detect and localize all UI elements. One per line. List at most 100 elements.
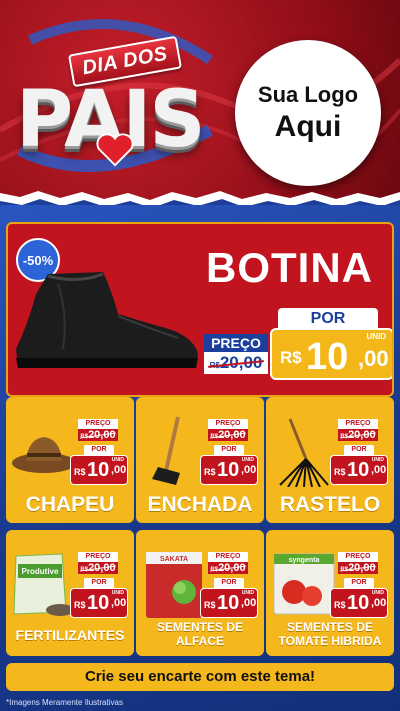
product-name: SEMENTES DE TOMATE HIBRIDA xyxy=(266,620,394,648)
price-cents: ,00 xyxy=(111,597,127,609)
old-price-currency: R$ xyxy=(210,434,219,440)
old-price-value: 20,00 xyxy=(88,429,116,441)
new-price: UNID R$ 10 ,00 xyxy=(200,455,258,485)
currency-label: R$ xyxy=(204,600,216,610)
currency-label: R$ xyxy=(334,600,346,610)
featured-product-card[interactable]: -50% BOTINA PREÇO R$20,00 POR UNID R$ 10… xyxy=(6,222,394,397)
product-name-line2: TOMATE HIBRIDA xyxy=(278,634,382,648)
unit-label: UNID xyxy=(111,457,124,463)
price-tag: PREÇO R$20,00 POR UNID R$ 10 ,00 xyxy=(330,419,388,489)
price-cents: ,00 xyxy=(358,346,389,371)
por-label: POR xyxy=(278,308,378,330)
old-price-value: 20,00 xyxy=(88,562,116,574)
currency-label: R$ xyxy=(334,467,346,477)
preco-label: PREÇO xyxy=(338,419,378,429)
price-integer: 10 xyxy=(306,336,349,378)
old-price-currency: R$ xyxy=(210,567,219,573)
featured-product-name: BOTINA xyxy=(206,244,373,291)
torn-paper-divider xyxy=(0,191,400,205)
product-card-fertilizantes[interactable]: Produtive PREÇO R$20,00 POR UNID R$ 10 ,… xyxy=(6,530,134,656)
disclaimer-text: *Imagens Meramente Ilustrativas xyxy=(6,698,123,707)
product-card-chapeu[interactable]: PREÇO R$20,00 POR UNID R$ 10 ,00 CHAPEU xyxy=(6,397,134,523)
header-banner: DIA DOS PAIS Sua Logo Aqui xyxy=(0,0,400,205)
price-cents: ,00 xyxy=(371,597,387,609)
price-integer: 10 xyxy=(87,592,110,614)
tomato-seed-packet-image: syngenta xyxy=(273,553,335,615)
product-name: FERTILIZANTES xyxy=(15,627,125,643)
logo-text-line2: Aqui xyxy=(274,110,342,143)
old-price-value: 20,00 xyxy=(348,429,376,441)
sakata-brand-text: SAKATA xyxy=(160,556,188,563)
syngenta-brand-text: syngenta xyxy=(289,557,320,564)
featured-price-tag: UNID R$ 10 ,00 xyxy=(270,328,392,380)
old-price-value: 20,00 xyxy=(218,562,246,574)
product-name: SEMENTES DE ALFACE xyxy=(136,620,264,648)
old-price-value: 20,00 xyxy=(219,353,263,372)
old-price-currency: R$ xyxy=(80,434,89,440)
old-price-value: 20,00 xyxy=(348,562,376,574)
new-price: UNID R$ 10 ,00 xyxy=(330,588,388,618)
por-label: POR xyxy=(344,578,374,588)
old-price-value: 20,00 xyxy=(218,429,246,441)
lettuce-seed-packet-image: SAKATA xyxy=(146,552,202,618)
preco-label: PREÇO xyxy=(78,419,118,429)
logo-placeholder[interactable]: Sua Logo Aqui xyxy=(235,40,381,186)
fertilizer-brand-text: Produtive xyxy=(22,567,59,576)
product-name: RASTELO xyxy=(279,493,381,516)
por-label: POR xyxy=(344,445,374,455)
product-name-line2: ALFACE xyxy=(176,634,224,648)
product-card-sementes-tomate[interactable]: syngenta PREÇO R$20,00 POR UNID R$ 10 ,0… xyxy=(266,530,394,656)
product-name-line1: SEMENTES DE xyxy=(156,620,243,634)
unit-label: UNID xyxy=(241,457,254,463)
new-price: UNID R$ 10 ,00 xyxy=(70,588,128,618)
price-integer: 10 xyxy=(87,459,110,481)
hoe-image xyxy=(152,416,180,485)
product-name-line1: SEMENTES DE xyxy=(286,620,373,634)
unit-label: UNID xyxy=(371,590,384,596)
unit-label: UNID xyxy=(366,332,386,341)
price-tag: PREÇO R$20,00 POR UNID R$ 10 ,00 xyxy=(330,552,388,622)
preco-label: PREÇO xyxy=(204,334,268,352)
product-card-rastelo[interactable]: PREÇO R$20,00 POR UNID R$ 10 ,00 RASTELO xyxy=(266,397,394,523)
dia-dos-pais-title: DIA DOS PAIS xyxy=(10,25,220,195)
unit-label: UNID xyxy=(371,457,384,463)
old-price: R$20,00 xyxy=(338,562,378,574)
hat-image xyxy=(12,437,76,473)
old-price: R$20,00 xyxy=(78,562,118,574)
price-integer: 10 xyxy=(217,592,240,614)
price-cents: ,00 xyxy=(111,464,127,476)
product-card-enchada[interactable]: PREÇO R$20,00 POR UNID R$ 10 ,00 ENCHADA xyxy=(136,397,264,523)
currency-label: R$ xyxy=(74,600,86,610)
new-price: UNID R$ 10 ,00 xyxy=(70,455,128,485)
preco-label: PREÇO xyxy=(208,552,248,562)
por-label: POR xyxy=(214,445,244,455)
old-price: R$20,00 xyxy=(78,429,118,441)
price-cents: ,00 xyxy=(241,464,257,476)
por-label: POR xyxy=(84,578,114,588)
product-name: CHAPEU xyxy=(25,493,115,516)
por-label: POR xyxy=(84,445,114,455)
price-tag: PREÇO R$20,00 POR UNID R$ 10 ,00 xyxy=(200,552,258,622)
price-tag: PREÇO R$20,00 POR UNID R$ 10 ,00 xyxy=(70,552,128,622)
product-name: ENCHADA xyxy=(147,493,253,516)
price-tag: PREÇO R$20,00 POR UNID R$ 10 ,00 xyxy=(70,419,128,489)
price-integer: 10 xyxy=(217,459,240,481)
unit-label: UNID xyxy=(241,590,254,596)
new-price: UNID R$ 10 ,00 xyxy=(330,455,388,485)
heart-icon xyxy=(96,133,134,167)
logo-text-line1: Sua Logo xyxy=(257,82,359,107)
price-cents: ,00 xyxy=(241,597,257,609)
price-integer: 10 xyxy=(347,592,370,614)
boot-image xyxy=(16,272,198,368)
preco-label: PREÇO xyxy=(78,552,118,562)
currency-label: R$ xyxy=(280,348,302,367)
old-price: R$20,00 xyxy=(338,429,378,441)
cta-banner[interactable]: Crie seu encarte com este tema! xyxy=(6,663,394,691)
product-card-sementes-alface[interactable]: SAKATA PREÇO R$20,00 POR UNID R$ 10 ,00 … xyxy=(136,530,264,656)
old-price: R$20,00 xyxy=(204,352,268,374)
offers-section: -50% BOTINA PREÇO R$20,00 POR UNID R$ 10… xyxy=(0,205,400,711)
fertilizer-bag-image: Produtive xyxy=(13,553,74,616)
price-integer: 10 xyxy=(347,459,370,481)
rake-image xyxy=(279,418,329,487)
old-price: R$20,00 xyxy=(208,562,248,574)
